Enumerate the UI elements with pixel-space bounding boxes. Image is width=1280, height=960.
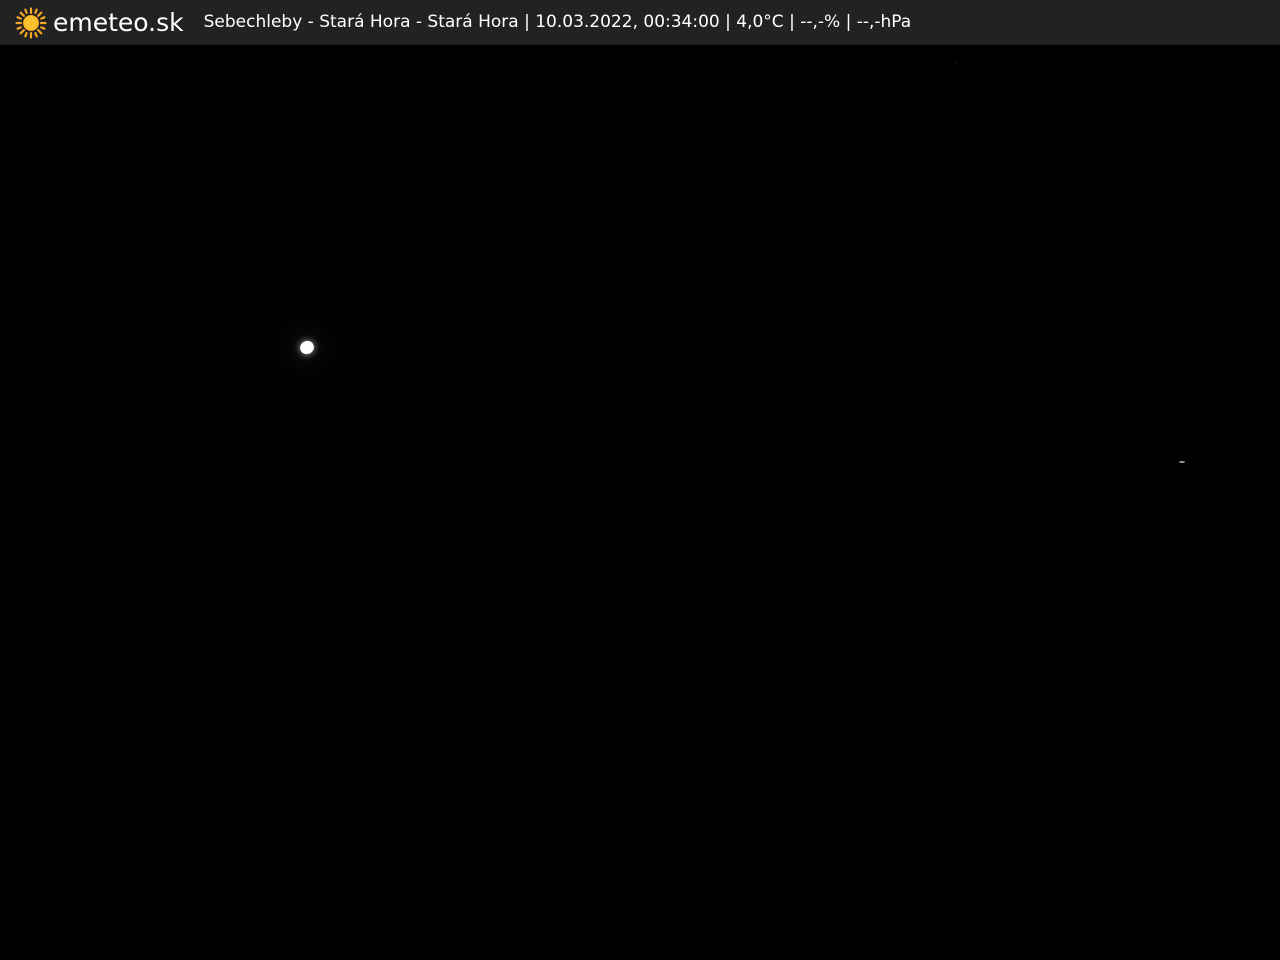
webcam-frame: emeteo.sk Sebechleby - Stará Hora - Star… <box>0 0 1280 960</box>
brand-name: emeteo.sk <box>53 8 184 37</box>
info-bar: emeteo.sk Sebechleby - Stará Hora - Star… <box>0 0 1280 45</box>
sun-icon <box>15 6 47 39</box>
moon <box>297 338 317 357</box>
night-sky-image <box>0 45 1280 960</box>
faint-star <box>955 61 957 63</box>
station-caption: Sebechleby - Stará Hora - Stará Hora | 1… <box>203 12 912 32</box>
faint-star <box>223 119 225 121</box>
distant-light <box>1179 461 1185 463</box>
